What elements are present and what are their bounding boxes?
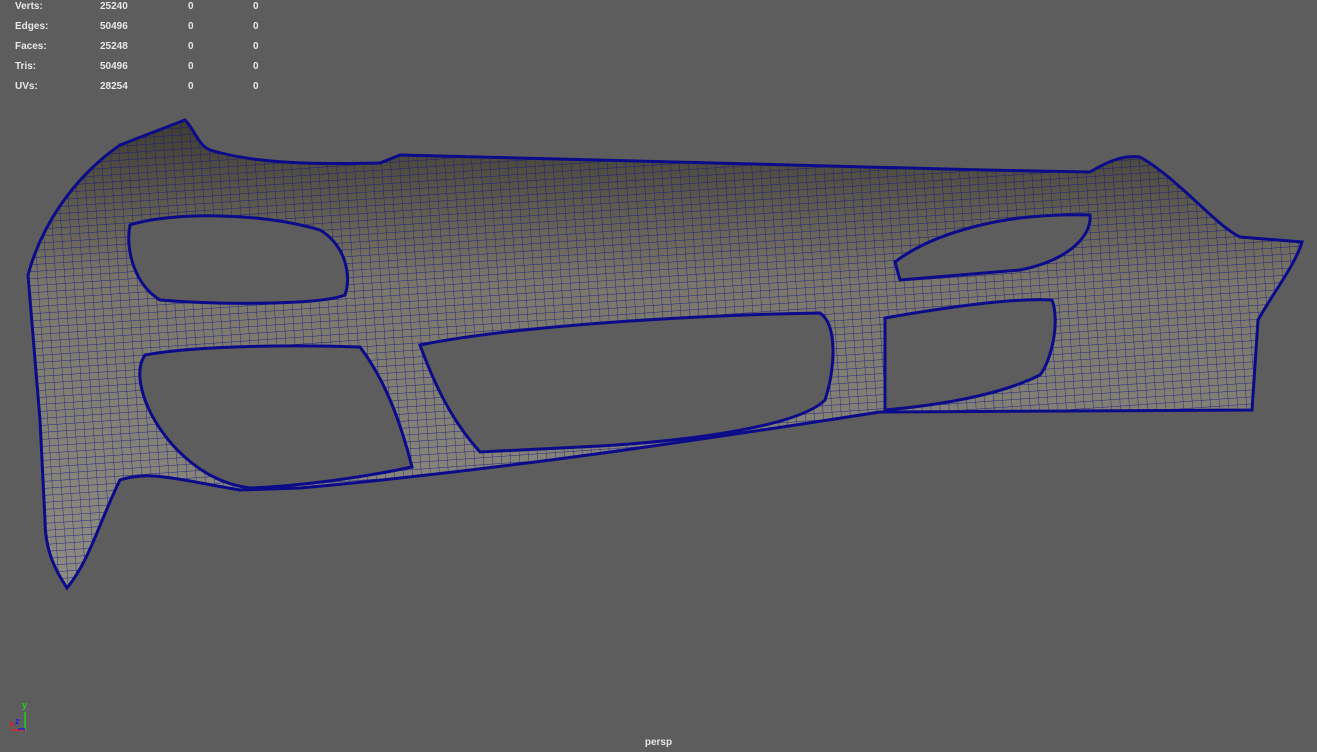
camera-label: persp	[644, 737, 673, 748]
axis-x-label: x	[9, 719, 15, 729]
viewport-3d[interactable]	[0, 0, 1317, 752]
axis-gizmo: y z x	[8, 700, 32, 732]
axis-y-label: y	[22, 700, 28, 710]
bumper-mesh[interactable]	[26, 118, 1304, 591]
axis-z-label: z	[15, 716, 20, 726]
